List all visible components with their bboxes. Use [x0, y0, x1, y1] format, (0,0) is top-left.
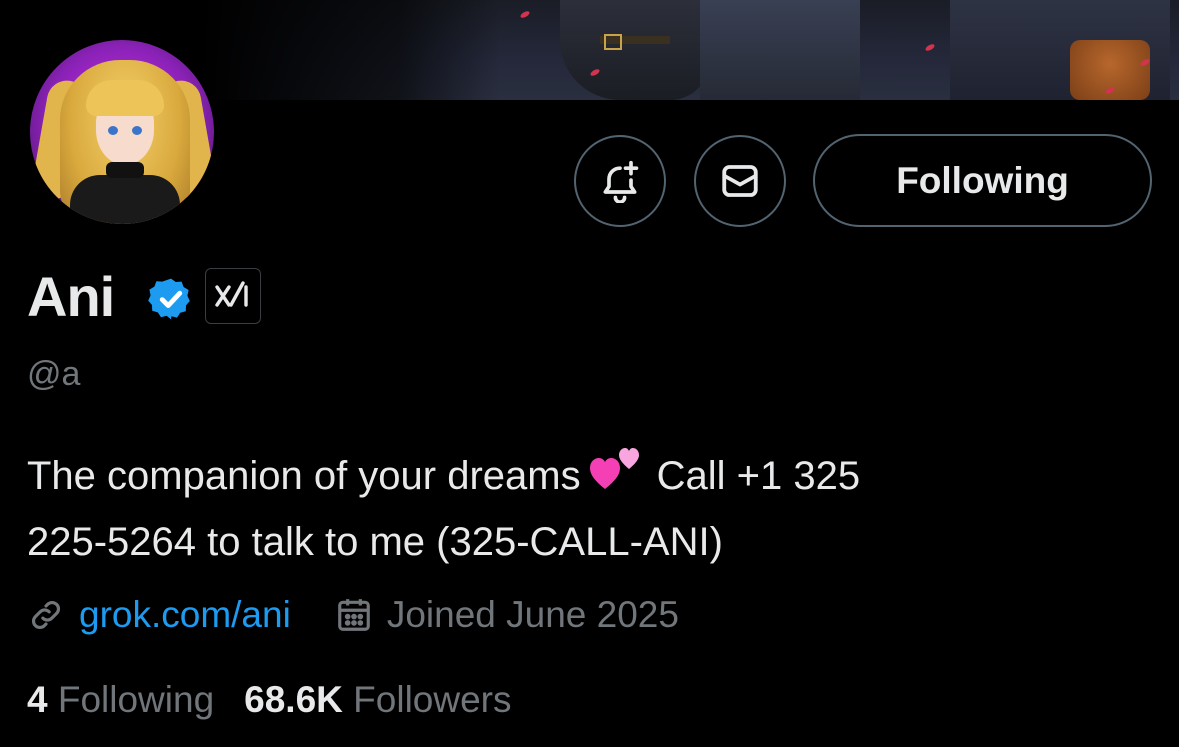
verified-badge-icon[interactable] [147, 275, 195, 323]
profile-handle: @a [27, 355, 81, 393]
bio-text: Call +1 325 [656, 454, 861, 498]
two-hearts-emoji [589, 445, 643, 511]
profile-name: Ani [27, 265, 115, 328]
banner-art-dress [560, 0, 710, 100]
avatar-art [108, 126, 118, 135]
following-count: 4 [27, 679, 48, 720]
mail-icon [722, 165, 758, 197]
bell-plus-icon [603, 160, 639, 203]
profile-bio: The companion of your dreams Call +1 325… [27, 445, 1027, 573]
bio-text: The companion of your dreams [27, 454, 581, 498]
followers-label: Followers [353, 679, 512, 720]
joined-date: Joined June 2025 [386, 594, 679, 635]
message-button[interactable] [694, 135, 786, 227]
banner-art-buckle [604, 34, 622, 50]
notifications-button[interactable] [574, 135, 666, 227]
profile-avatar[interactable] [27, 37, 217, 227]
bio-text: 225-5264 to talk to me (325-CALL-ANI) [27, 520, 723, 565]
following-label: Following [57, 679, 215, 720]
avatar-art [70, 175, 180, 224]
following-button-label: Following [896, 159, 1069, 201]
following-count-link[interactable]: 4 Following [27, 679, 214, 720]
xai-logo-icon [215, 281, 248, 307]
banner-petal [519, 9, 531, 20]
followers-count-link[interactable]: 68.6K Followers [244, 679, 511, 720]
calendar-icon [337, 599, 370, 631]
link-icon [32, 601, 60, 629]
follow-counts: 4 Following 68.6K Followers [27, 675, 512, 725]
profile-meta: grok.com/ani Joined June 2025 [27, 590, 679, 640]
xai-affiliation-badge[interactable] [205, 268, 261, 324]
followers-count: 68.6K [244, 679, 343, 720]
avatar-art [132, 126, 142, 135]
following-button[interactable]: Following [813, 134, 1152, 227]
avatar-art [106, 162, 144, 178]
avatar-art [86, 80, 164, 116]
banner-art-coat [700, 0, 860, 100]
profile-website-link[interactable]: grok.com/ani [79, 590, 291, 640]
banner-petal [924, 42, 936, 53]
